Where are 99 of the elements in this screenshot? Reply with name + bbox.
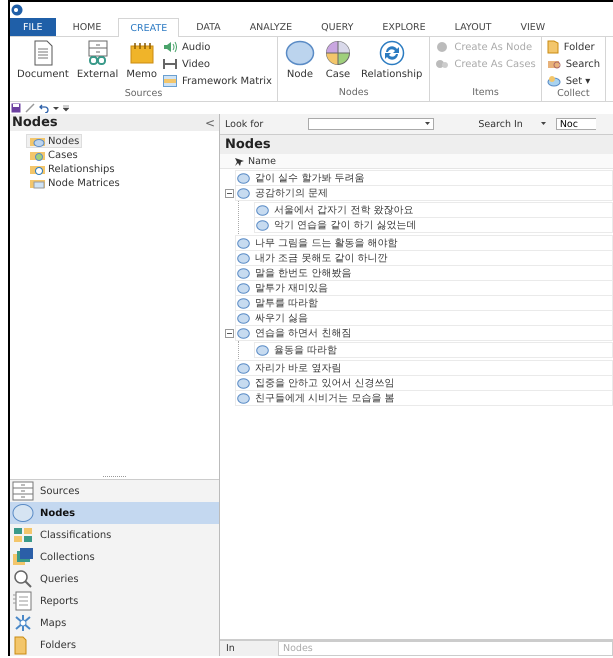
collapse-icon[interactable] — [224, 188, 234, 198]
node-row[interactable]: 악기 연습을 같이 하기 싫었는데 — [254, 217, 613, 233]
ribbon-button[interactable]: Document — [15, 40, 71, 80]
navigation-button[interactable]: Maps — [10, 612, 219, 634]
group-label: Sources — [124, 88, 164, 101]
navigation-button[interactable]: Queries — [10, 568, 219, 590]
navigator-item[interactable]: Relationships — [26, 162, 118, 176]
node-circle-icon — [256, 220, 269, 230]
cloud-icon — [546, 75, 561, 87]
node-circle-icon — [237, 282, 250, 294]
node-circle-icon — [237, 238, 250, 248]
node-circle-icon — [237, 312, 250, 324]
ribbon-tab[interactable]: EXPLORE — [370, 18, 438, 36]
navigation-button[interactable]: Sources — [10, 480, 219, 502]
ribbon-tab[interactable]: QUERY — [309, 18, 366, 36]
node-row[interactable]: 같이 실수 할가봐 두려움 — [235, 170, 613, 186]
ribbon-button[interactable]: Set ▾ — [546, 74, 600, 88]
group-label: Collect — [556, 88, 591, 101]
group-label: Items — [471, 87, 500, 100]
field-label: Look for — [225, 118, 264, 130]
list-title: Nodes — [225, 137, 271, 152]
ribbon-button[interactable]: Relationship — [358, 40, 424, 80]
file-tab[interactable]: FILE — [10, 18, 56, 36]
node-circle-icon — [237, 172, 250, 184]
circle-icon — [284, 40, 315, 66]
save-icon — [11, 103, 21, 113]
navigation-button[interactable]: Folders — [10, 634, 219, 656]
ribbon-button[interactable]: Framework Matrix — [162, 74, 272, 88]
folder-icon — [546, 40, 559, 54]
splitter-grip-icon — [102, 475, 126, 478]
undo-icon — [39, 103, 49, 113]
group-label: Nodes — [338, 87, 370, 100]
ribbon-button[interactable]: Case — [320, 40, 355, 80]
node-row[interactable]: 자리가 바로 옆자림 — [235, 360, 613, 376]
collapse-button[interactable]: < — [204, 116, 215, 130]
field-label: Search In — [478, 118, 523, 130]
node-circle-icon — [237, 328, 250, 338]
search-in-field[interactable]: Noc — [556, 118, 596, 130]
node-circle-icon — [237, 298, 250, 308]
ribbon-tab[interactable]: ANALYZE — [238, 18, 304, 36]
panel-title: Nodes — [12, 115, 58, 130]
grid-icon — [12, 525, 34, 545]
ribbon-tab[interactable]: LAYOUT — [442, 18, 504, 36]
dropdown-button[interactable] — [538, 122, 548, 126]
navigation-button[interactable]: Collections — [10, 546, 219, 568]
node-circle-icon — [237, 252, 250, 264]
node-row[interactable]: 말투를 따라함 — [235, 295, 613, 311]
node-circle-icon — [237, 378, 250, 388]
pencil-icon — [25, 103, 35, 113]
circle-icon — [12, 503, 34, 523]
node-circle-icon — [256, 344, 269, 356]
navigator-item[interactable]: Node Matrices — [26, 176, 123, 190]
node-row[interactable]: 나무 그림을 드는 활동을 해야함 — [235, 235, 613, 251]
ribbon-tab[interactable]: CREATE — [118, 18, 180, 37]
node-circle-icon — [237, 362, 250, 374]
navigation-button[interactable]: Classifications — [10, 524, 219, 546]
caret-icon — [425, 122, 430, 126]
node-circle-icon — [237, 188, 250, 198]
navigation-button[interactable]: Reports — [10, 590, 219, 612]
node-row[interactable]: 서울에서 갑자기 전학 왔잖아요 — [254, 202, 613, 218]
navigator-item[interactable]: Nodes — [26, 134, 82, 148]
ribbon-tab[interactable]: HOME — [60, 18, 114, 36]
node-row[interactable]: 율동을 따라함 — [254, 342, 613, 358]
node-row[interactable]: 친구들에게 시비거는 모습을 봄 — [235, 390, 613, 406]
ribbon-tab[interactable]: DATA — [184, 18, 233, 36]
node-row[interactable]: 공감하기의 문제 — [235, 185, 613, 201]
grid-icon — [162, 75, 177, 87]
caret-icon — [540, 122, 546, 126]
navigator-item[interactable]: Cases — [26, 148, 81, 162]
node-circle-icon — [237, 392, 250, 404]
ribbon-button[interactable]: Video — [162, 57, 272, 71]
node-circle-icon — [256, 204, 269, 216]
ribbon-button[interactable]: Folder — [546, 40, 600, 54]
node-row[interactable]: 연습을 하면서 친해짐 — [235, 325, 613, 341]
cabinet-icon — [86, 40, 109, 66]
ribbon-button[interactable]: Search — [546, 57, 600, 71]
ribbon-button[interactable]: External — [74, 40, 120, 80]
collapse-icon[interactable] — [224, 328, 234, 338]
document-icon — [32, 40, 54, 66]
node-row[interactable]: 내가 조금 못해도 같이 하니깐 — [235, 250, 613, 266]
app-logo-icon — [11, 4, 23, 16]
ribbon-button[interactable]: Audio — [162, 40, 272, 54]
node-circle-icon — [237, 268, 250, 278]
ribbon-tab[interactable]: VIEW — [508, 18, 558, 36]
navigation-button[interactable]: Nodes — [10, 502, 219, 524]
ribbon-button[interactable]: Memo — [124, 40, 159, 80]
node-row[interactable]: 말을 한번도 안해봤음 — [235, 265, 613, 281]
customize-icon — [63, 103, 69, 113]
node-row[interactable]: 싸우기 싫음 — [235, 310, 613, 326]
speaker-icon — [162, 41, 177, 53]
column-header[interactable]: Name — [248, 156, 276, 166]
dropdown-field[interactable] — [308, 118, 434, 130]
node-row[interactable]: 말투가 재미있음 — [235, 280, 613, 296]
notepad-icon — [128, 40, 155, 66]
node-row[interactable]: 집중을 안하고 있어서 신경쓰임 — [235, 375, 613, 391]
stacked-cards-icon — [12, 547, 34, 567]
ribbon-button[interactable]: Node — [282, 40, 317, 80]
field-label: In — [220, 641, 278, 656]
in-field[interactable]: Nodes — [278, 641, 613, 656]
